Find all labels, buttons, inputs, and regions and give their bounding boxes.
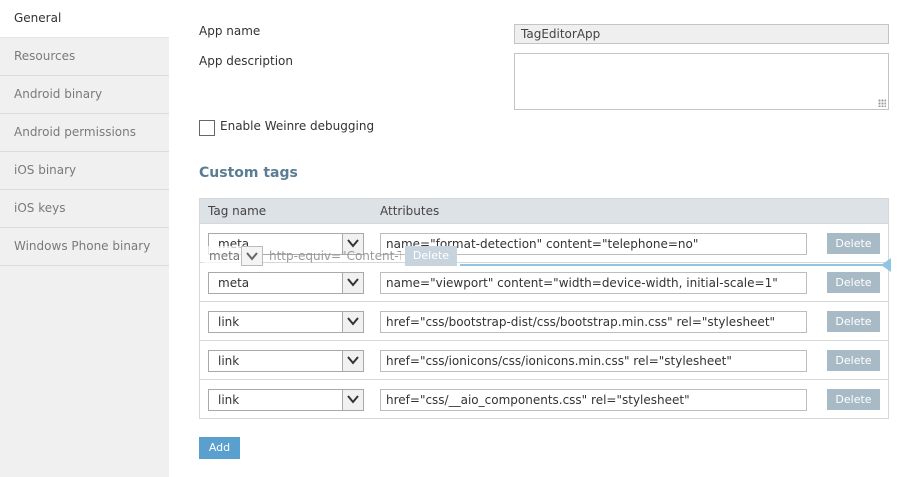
sidebar-item-ios-keys[interactable]: iOS keys <box>0 190 169 228</box>
attributes-input[interactable]: href="css/bootstrap-dist/css/bootstrap.m… <box>380 311 807 333</box>
sidebar-item-resources[interactable]: Resources <box>0 38 169 76</box>
table-row: meta name="viewport" content="width=devi… <box>200 263 888 302</box>
tag-name-value: link <box>218 315 240 329</box>
drop-indicator-arrow-icon <box>881 258 891 272</box>
delete-button[interactable]: Delete <box>827 350 880 371</box>
weinre-debugging-checkbox[interactable] <box>199 120 215 136</box>
ghost-tag-select: meta <box>203 246 263 266</box>
tag-name-select[interactable]: link <box>208 311 364 333</box>
delete-button[interactable]: Delete <box>827 389 880 410</box>
table-row: link href="css/__aio_components.css" rel… <box>200 380 888 419</box>
drop-indicator-line <box>460 264 890 266</box>
delete-button[interactable]: Delete <box>827 233 880 254</box>
attributes-input[interactable]: href="css/ionicons/css/ionicons.min.css"… <box>380 350 807 372</box>
tag-name-select[interactable]: meta <box>208 272 364 294</box>
custom-tags-title: Custom tags <box>199 165 298 181</box>
sidebar-item-ios-binary[interactable]: iOS binary <box>0 152 169 190</box>
attributes-input[interactable]: href="css/__aio_components.css" rel="sty… <box>380 389 807 411</box>
chevron-down-icon <box>241 246 263 266</box>
app-name-field[interactable]: TagEditorApp <box>514 24 889 44</box>
tag-name-value: link <box>218 393 240 407</box>
dragging-row-ghost[interactable]: meta http-equiv="Content-Ty Delete <box>199 245 459 267</box>
sidebar-item-windows-phone-binary[interactable]: Windows Phone binary <box>0 228 169 266</box>
app-description-label: App description <box>199 54 293 68</box>
table-row: link href="css/ionicons/css/ionicons.min… <box>200 341 888 380</box>
custom-tags-table-header: Tag name Attributes <box>199 198 889 224</box>
delete-button[interactable]: Delete <box>827 272 880 293</box>
tag-name-select[interactable]: link <box>208 389 364 411</box>
chevron-down-icon[interactable] <box>342 351 363 371</box>
weinre-debugging-label[interactable]: Enable Weinre debugging <box>220 119 374 133</box>
chevron-down-icon[interactable] <box>342 312 363 332</box>
attributes-input[interactable]: name="viewport" content="width=device-wi… <box>380 272 807 294</box>
chevron-down-icon[interactable] <box>342 390 363 410</box>
column-header-attributes: Attributes <box>380 204 440 218</box>
table-row: link href="css/bootstrap-dist/css/bootst… <box>200 302 888 341</box>
chevron-down-icon[interactable] <box>342 273 363 293</box>
ghost-attributes-text: http-equiv="Content-Ty <box>269 249 401 263</box>
delete-button[interactable]: Delete <box>827 311 880 332</box>
sidebar-item-android-binary[interactable]: Android binary <box>0 76 169 114</box>
add-tag-button[interactable]: Add <box>199 437 240 459</box>
column-header-tag-name: Tag name <box>208 204 267 218</box>
sidebar-item-android-permissions[interactable]: Android permissions <box>0 114 169 152</box>
tag-name-value: meta <box>218 276 250 290</box>
tag-name-select[interactable]: link <box>208 350 364 372</box>
tag-name-value: link <box>218 354 240 368</box>
resize-grip-icon[interactable] <box>878 99 886 107</box>
app-description-textarea[interactable] <box>514 53 889 110</box>
sidebar: General Resources Android binary Android… <box>0 0 169 477</box>
app-name-label: App name <box>199 24 261 38</box>
sidebar-item-general[interactable]: General <box>0 0 169 38</box>
ghost-tag-value: meta <box>209 249 241 263</box>
ghost-delete-button: Delete <box>405 246 457 266</box>
